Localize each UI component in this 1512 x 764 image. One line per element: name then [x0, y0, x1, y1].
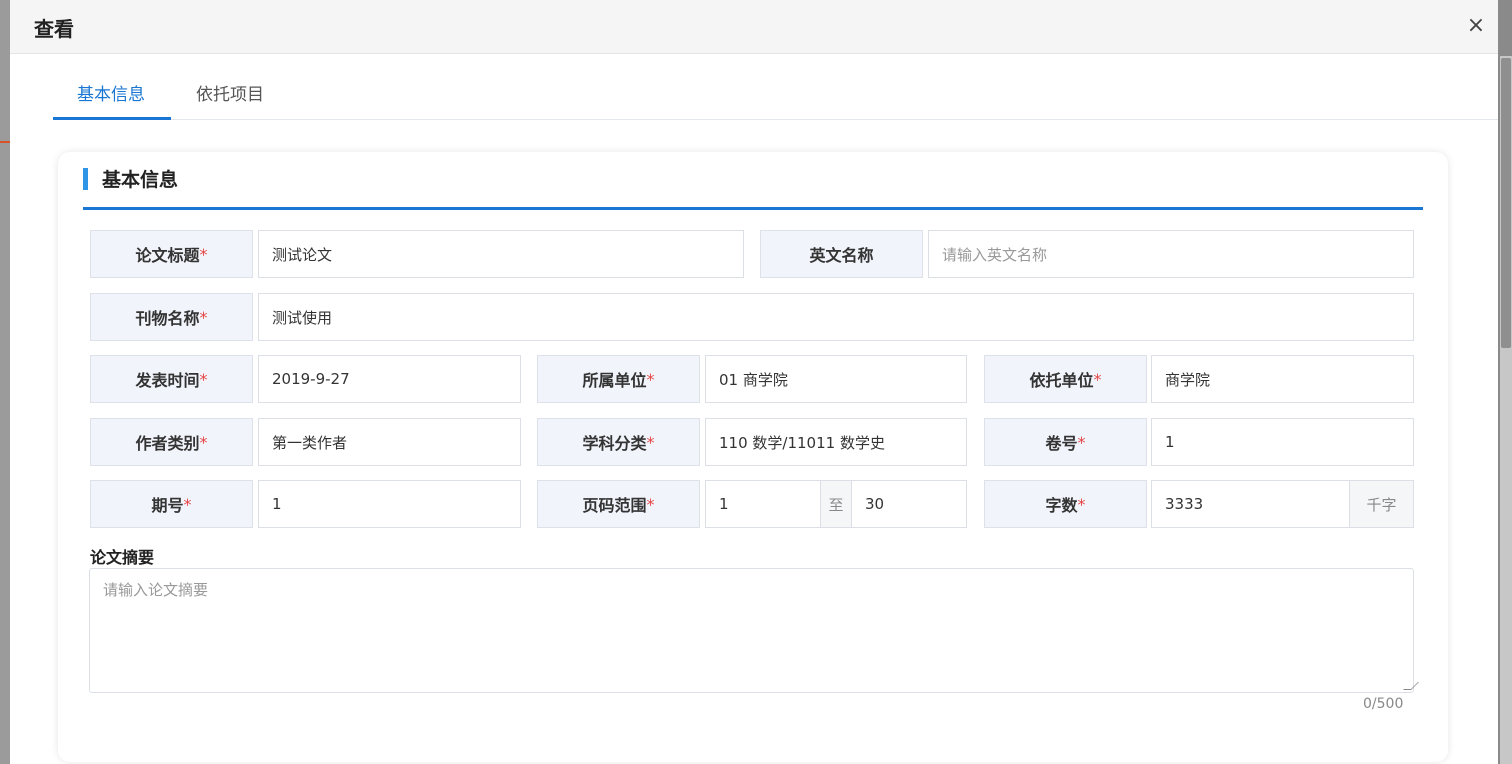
department-field[interactable]: 01 商学院: [705, 355, 967, 403]
close-icon[interactable]: ×: [1462, 12, 1490, 40]
label-text: 作者类别: [135, 434, 200, 453]
english-name-field[interactable]: 请输入英文名称: [928, 230, 1414, 278]
subject-label: 学科分类 *: [537, 418, 700, 466]
word-count-unit: 千字: [1349, 480, 1414, 528]
page-range-from-field[interactable]: 1: [705, 480, 821, 528]
volume-field[interactable]: 1: [1151, 418, 1414, 466]
issue-field[interactable]: 1: [258, 480, 521, 528]
abstract-label: 论文摘要: [90, 548, 155, 567]
english-name-label: 英文名称: [760, 230, 923, 278]
active-tab-indicator: [53, 117, 171, 120]
department-label: 所属单位 *: [537, 355, 700, 403]
paper-title-label: 论文标题 *: [90, 230, 253, 278]
abstract-char-counter: 0/500: [1363, 696, 1404, 712]
section-header: 基本信息: [83, 168, 1423, 210]
volume-label: 卷号 *: [984, 418, 1147, 466]
abstract-textarea[interactable]: 请输入论文摘要: [89, 568, 1419, 693]
author-type-field[interactable]: 第一类作者: [258, 418, 521, 466]
label-text: 学科分类: [582, 434, 647, 453]
required-mark: *: [199, 432, 208, 452]
view-dialog: 查看 × 基本信息 依托项目 基本信息 论文标题 * 测试论文 英文名称 请输入英…: [10, 0, 1498, 764]
issue-label: 期号 *: [90, 480, 253, 528]
required-mark: *: [646, 369, 655, 389]
dialog-header: 查看 ×: [10, 0, 1498, 54]
page-scrollbar-thumb[interactable]: [1501, 58, 1511, 348]
resize-grip-icon[interactable]: [1403, 682, 1419, 690]
page-range-label: 页码范围 *: [537, 480, 700, 528]
host-unit-label: 依托单位 *: [984, 355, 1147, 403]
publish-time-field[interactable]: 2019-9-27: [258, 355, 521, 403]
section-title: 基本信息: [102, 169, 179, 191]
journal-name-field[interactable]: 测试使用: [258, 293, 1414, 341]
label-text: 页码范围: [582, 496, 647, 515]
required-mark: *: [199, 307, 208, 327]
page-range-to-field[interactable]: 30: [851, 480, 967, 528]
required-mark: *: [183, 494, 192, 514]
required-mark: *: [1077, 494, 1086, 514]
journal-name-label: 刊物名称 *: [90, 293, 253, 341]
word-count-field[interactable]: 3333: [1151, 480, 1350, 528]
author-type-label: 作者类别 *: [90, 418, 253, 466]
abstract-placeholder: 请输入论文摘要: [103, 581, 209, 599]
tab-basic-info[interactable]: 基本信息: [77, 80, 145, 105]
required-mark: *: [1093, 369, 1102, 389]
label-text: 发表时间: [135, 371, 200, 390]
page-range-separator: 至: [820, 480, 852, 528]
label-text: 依托单位: [1029, 371, 1094, 390]
required-mark: *: [199, 369, 208, 389]
basic-info-card: 基本信息 论文标题 * 测试论文 英文名称 请输入英文名称 刊物名称 * 测试使用 …: [58, 152, 1448, 762]
label-text: 刊物名称: [135, 309, 200, 328]
publish-time-label: 发表时间 *: [90, 355, 253, 403]
paper-title-field[interactable]: 测试论文: [258, 230, 744, 278]
required-mark: *: [199, 244, 208, 264]
word-count-label: 字数 *: [984, 480, 1147, 528]
label-text: 英文名称: [809, 246, 874, 265]
required-mark: *: [646, 432, 655, 452]
tab-host-project[interactable]: 依托项目: [196, 80, 264, 105]
section-accent-bar: [83, 168, 88, 190]
host-unit-field[interactable]: 商学院: [1151, 355, 1414, 403]
label-text: 所属单位: [582, 371, 647, 390]
label-text: 卷号: [1045, 434, 1078, 453]
label-text: 期号: [151, 496, 184, 515]
label-text: 字数: [1045, 496, 1078, 515]
required-mark: *: [646, 494, 655, 514]
subject-field[interactable]: 110 数学/11011 数学史: [705, 418, 967, 466]
required-mark: *: [1077, 432, 1086, 452]
label-text: 论文标题: [135, 246, 200, 265]
dialog-title: 查看: [34, 17, 74, 41]
tab-bar: 基本信息 依托项目: [53, 70, 1498, 120]
